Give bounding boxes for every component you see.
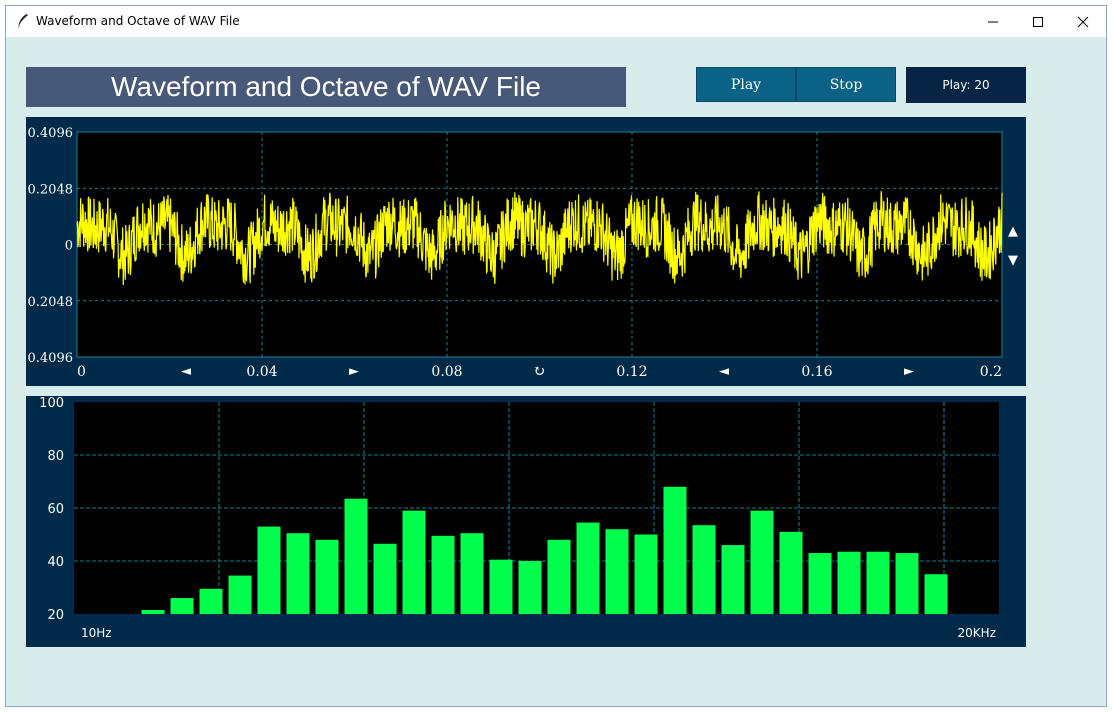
stop-button[interactable]: Stop xyxy=(796,67,896,102)
y-tick-label: 20 xyxy=(47,608,64,623)
y-tick-label: 40 xyxy=(47,555,64,570)
x-tick-label: 0.16 xyxy=(801,364,832,380)
window-title: Waveform and Octave of WAV File xyxy=(36,14,240,28)
scroll-down-icon[interactable]: ▼ xyxy=(1008,253,1018,268)
octave-bar xyxy=(692,525,716,614)
octave-bar xyxy=(141,610,165,614)
octave-bar xyxy=(518,561,542,614)
x-axis-max-label: 20KHz xyxy=(958,626,996,640)
y-tick-label: 60 xyxy=(47,502,64,517)
octave-bar xyxy=(228,575,252,614)
octave-bar xyxy=(605,529,629,614)
octave-bar xyxy=(373,543,397,614)
octave-bar xyxy=(924,574,948,614)
octave-bar xyxy=(750,510,774,614)
x-tick-label: 0.2 xyxy=(980,364,1002,380)
octave-bar xyxy=(489,559,513,614)
pan-right-icon[interactable]: ► xyxy=(349,364,359,379)
pan-left-icon[interactable]: ◄ xyxy=(181,364,191,379)
octave-bar xyxy=(866,551,890,614)
octave-bar xyxy=(431,535,455,614)
octave-bar xyxy=(344,498,368,614)
feather-icon xyxy=(17,14,28,29)
octave-bar xyxy=(402,510,426,614)
y-tick-label: 0.2048 xyxy=(28,182,74,197)
minimize-button[interactable] xyxy=(970,6,1016,37)
waveform-chart[interactable]: 0.4096 0.2048 0 0.2048 0.4096 0 0.04 0.08 0.12 0… xyxy=(26,117,1026,386)
octave-bar xyxy=(199,588,223,614)
octave-bar xyxy=(286,533,310,614)
octave-bar xyxy=(808,553,832,614)
y-tick-label: 0 xyxy=(65,239,73,254)
octave-bar xyxy=(547,539,571,614)
octave-bar xyxy=(315,539,339,614)
pan-right-icon[interactable]: ► xyxy=(904,364,914,379)
scroll-up-icon[interactable]: ▲ xyxy=(1008,224,1018,239)
octave-bar xyxy=(895,553,919,614)
maximize-icon xyxy=(1033,16,1043,27)
octave-bar xyxy=(837,551,861,614)
title-bar: Waveform and Octave of WAV File xyxy=(6,6,1106,37)
octave-bar xyxy=(460,533,484,614)
play-status: Play: 20 xyxy=(906,67,1026,103)
app-window: Waveform and Octave of WAV File Waveform… xyxy=(5,5,1107,707)
octave-bar xyxy=(663,486,687,614)
waveform-panel: 0.4096 0.2048 0 0.2048 0.4096 0 0.04 0.08 0.12 0… xyxy=(26,117,1026,386)
octave-bar xyxy=(257,526,281,614)
y-tick-label: 0.4096 xyxy=(28,351,74,366)
x-tick-label: 0.12 xyxy=(616,364,647,380)
octave-panel: 100 80 60 40 20 10Hz 20KHz xyxy=(26,396,1026,647)
pan-left-icon[interactable]: ◄ xyxy=(719,364,729,379)
x-tick-label: 0 xyxy=(77,364,86,380)
maximize-button[interactable] xyxy=(1015,6,1061,37)
close-button[interactable] xyxy=(1060,6,1106,37)
octave-bar xyxy=(170,598,194,614)
x-tick-label: 0.08 xyxy=(431,364,462,380)
octave-bar xyxy=(634,534,658,614)
y-tick-label: 0.2048 xyxy=(28,295,74,310)
x-axis-min-label: 10Hz xyxy=(81,626,112,640)
play-button[interactable]: Play xyxy=(696,67,796,102)
y-tick-label: 100 xyxy=(39,396,64,411)
octave-bar xyxy=(721,545,745,614)
octave-bar xyxy=(576,522,600,614)
y-tick-label: 80 xyxy=(47,449,64,464)
y-tick-label: 0.4096 xyxy=(28,126,74,141)
octave-bar xyxy=(779,531,803,614)
page-title-banner: Waveform and Octave of WAV File xyxy=(26,67,626,107)
minimize-icon xyxy=(988,21,998,22)
close-icon xyxy=(1077,16,1089,27)
x-tick-label: 0.04 xyxy=(246,364,277,380)
octave-chart[interactable]: 100 80 60 40 20 10Hz 20KHz xyxy=(26,396,1026,647)
reset-view-icon[interactable]: ↻ xyxy=(533,362,546,380)
